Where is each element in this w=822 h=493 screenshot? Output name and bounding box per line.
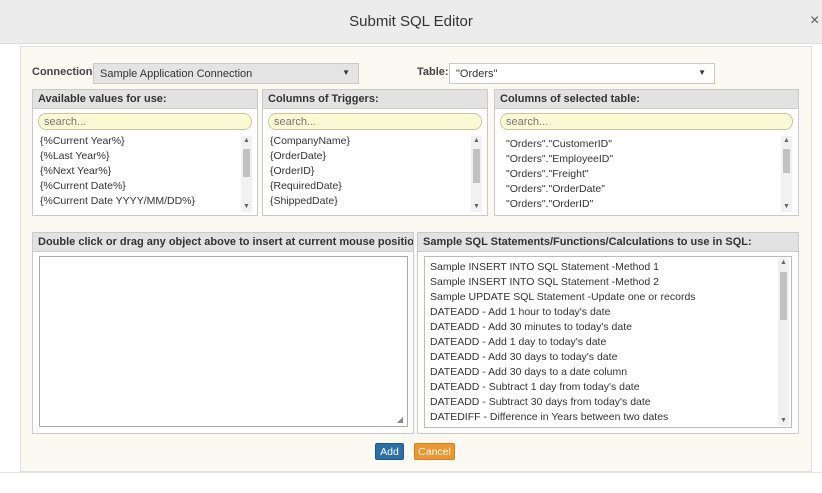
title-bar: Submit SQL Editor ×	[0, 0, 822, 44]
sql-samples-header: Sample SQL Statements/Functions/Calculat…	[418, 233, 798, 252]
list-item[interactable]: {ShippedDate}	[270, 194, 465, 209]
add-button[interactable]: Add	[375, 443, 404, 460]
scrollbar-thumb[interactable]	[243, 149, 250, 177]
available-values-scrollbar[interactable]: ▲ ▼	[241, 136, 252, 212]
trigger-columns-search-input[interactable]	[268, 113, 482, 130]
available-values-header: Available values for use:	[33, 90, 257, 109]
scroll-down-icon[interactable]: ▼	[241, 202, 252, 212]
table-label: Table:	[417, 66, 449, 78]
scrollbar-thumb[interactable]	[473, 149, 480, 183]
list-item[interactable]: {%Last Year%}	[40, 149, 235, 164]
table-columns-list: "Orders"."CustomerID" "Orders"."Employee…	[506, 137, 776, 213]
chevron-down-icon: ▼	[342, 68, 350, 77]
cancel-button[interactable]: Cancel	[414, 443, 455, 460]
divider	[0, 472, 822, 473]
list-item[interactable]: "Orders"."CustomerID"	[506, 137, 776, 152]
connection-select[interactable]: Sample Application Connection ▼	[93, 63, 359, 84]
list-item[interactable]: DATEADD - Subtract 30 days from today's …	[430, 395, 791, 410]
sql-editor-header: Double click or drag any object above to…	[33, 233, 413, 252]
sql-samples-scrollbar[interactable]: ▲ ▼	[778, 258, 789, 426]
connection-label: Connection:	[32, 66, 97, 78]
list-item[interactable]: Sample INSERT INTO SQL Statement -Method…	[430, 260, 791, 275]
sql-samples-box: Sample SQL Statements/Functions/Calculat…	[417, 232, 799, 434]
available-values-search-input[interactable]	[38, 113, 252, 130]
trigger-columns-scrollbar[interactable]: ▲ ▼	[471, 136, 482, 212]
list-item[interactable]: DATEADD - Add 1 day to today's date	[430, 335, 791, 350]
scroll-down-icon[interactable]: ▼	[778, 416, 789, 426]
table-columns-header: Columns of selected table:	[495, 90, 798, 109]
list-item[interactable]: {OrderDate}	[270, 149, 465, 164]
list-item[interactable]: DATEADD - Add 1 hour to today's date	[430, 305, 791, 320]
list-item[interactable]: DATEADD - Add 30 minutes to today's date	[430, 320, 791, 335]
sql-samples-list: Sample INSERT INTO SQL Statement -Method…	[424, 256, 792, 428]
available-values-list: {%Current Year%} {%Last Year%} {%Next Ye…	[40, 134, 235, 212]
table-columns-search-input[interactable]	[500, 113, 793, 130]
trigger-columns-list: {CompanyName} {OrderDate} {OrderID} {Req…	[270, 134, 465, 212]
close-icon[interactable]: ×	[810, 12, 822, 30]
available-values-box: Available values for use: {%Current Year…	[32, 89, 258, 216]
connection-value: Sample Application Connection	[100, 68, 253, 80]
scroll-down-icon[interactable]: ▼	[471, 202, 482, 212]
trigger-columns-header: Columns of Triggers:	[263, 90, 487, 109]
list-item[interactable]: {RequiredDate}	[270, 179, 465, 194]
table-columns-scrollbar[interactable]: ▲ ▼	[781, 136, 792, 212]
list-item[interactable]: DATEADD - Add 30 days to today's date	[430, 350, 791, 365]
chevron-down-icon: ▼	[698, 68, 706, 77]
list-item[interactable]: "Orders"."Freight"	[506, 167, 776, 182]
list-item[interactable]: {%Current Date YYYY/MM/DD%}	[40, 194, 235, 209]
table-select[interactable]: "Orders" ▼	[449, 63, 715, 84]
list-item[interactable]: DATEDIFF - Difference in Years between t…	[430, 410, 791, 425]
scroll-up-icon[interactable]: ▲	[781, 136, 792, 146]
scroll-up-icon[interactable]: ▲	[778, 258, 789, 268]
list-item[interactable]: DATEADD - Add 30 days to a date column	[430, 365, 791, 380]
list-item[interactable]: "Orders"."OrderDate"	[506, 182, 776, 197]
list-item[interactable]: Sample UPDATE SQL Statement -Update one …	[430, 290, 791, 305]
sql-editor-textarea[interactable]	[39, 256, 408, 427]
table-columns-box: Columns of selected table: "Orders"."Cus…	[494, 89, 799, 216]
dialog-window: Submit SQL Editor × Connection: Sample A…	[0, 0, 822, 493]
scroll-down-icon[interactable]: ▼	[781, 202, 792, 212]
trigger-columns-box: Columns of Triggers: {CompanyName} {Orde…	[262, 89, 488, 216]
list-item[interactable]: {%Current Date%}	[40, 179, 235, 194]
list-item[interactable]: "Orders"."EmployeeID"	[506, 152, 776, 167]
scroll-up-icon[interactable]: ▲	[241, 136, 252, 146]
list-item[interactable]: {CompanyName}	[270, 134, 465, 149]
sql-editor-box: Double click or drag any object above to…	[32, 232, 414, 434]
dialog-title: Submit SQL Editor	[349, 13, 473, 30]
list-item[interactable]: {%Current Year%}	[40, 134, 235, 149]
editor-panel: Connection: Sample Application Connectio…	[20, 46, 812, 472]
scrollbar-thumb[interactable]	[780, 272, 787, 320]
list-item[interactable]: Sample INSERT INTO SQL Statement -Method…	[430, 275, 791, 290]
scroll-up-icon[interactable]: ▲	[471, 136, 482, 146]
list-item[interactable]: {OrderID}	[270, 164, 465, 179]
resize-handle-icon[interactable]: ◢	[397, 415, 403, 424]
list-item[interactable]: "Orders"."OrderID"	[506, 197, 776, 212]
scrollbar-thumb[interactable]	[783, 149, 790, 173]
list-item[interactable]: DATEADD - Subtract 1 day from today's da…	[430, 380, 791, 395]
table-value: "Orders"	[456, 68, 498, 80]
list-item[interactable]: {%Next Year%}	[40, 164, 235, 179]
